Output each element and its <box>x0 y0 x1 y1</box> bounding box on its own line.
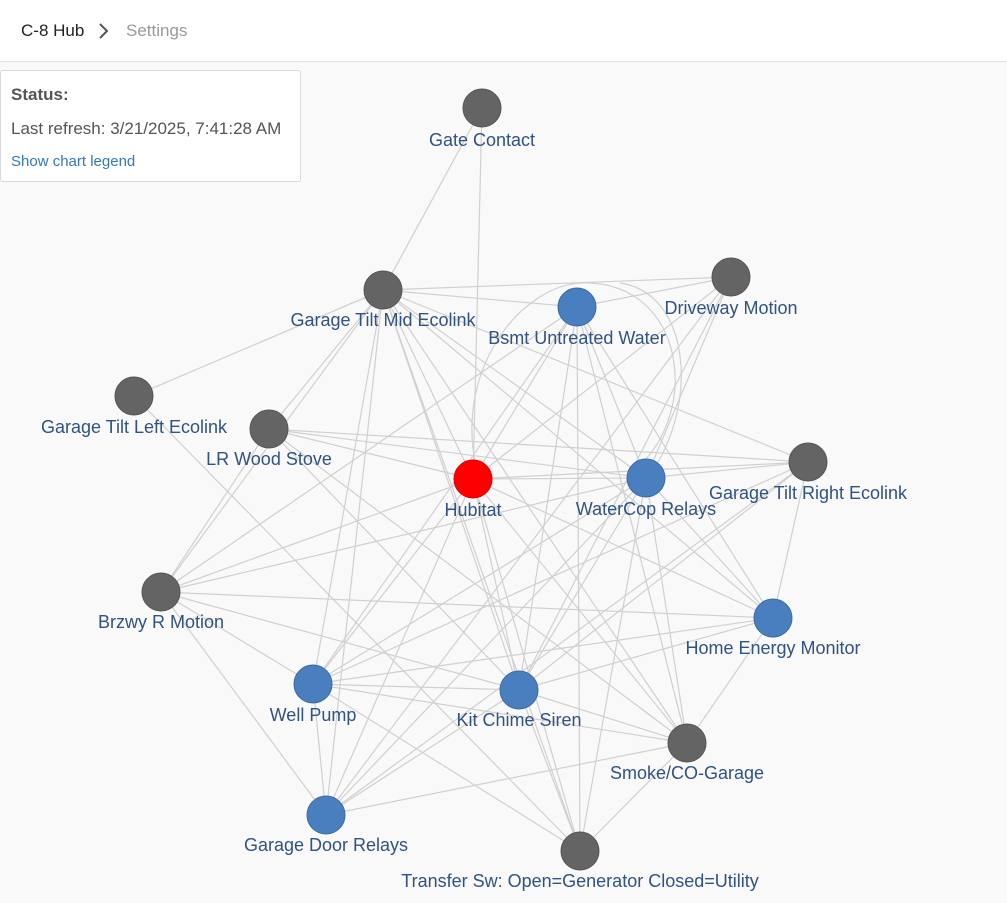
node-label-gtright: Garage Tilt Right Ecolink <box>709 483 908 503</box>
node-circle-gtleft[interactable] <box>114 376 154 416</box>
node-circle-gate[interactable] <box>462 88 502 128</box>
edge-brzwy-hem <box>160 591 774 619</box>
node-gdr[interactable]: Garage Door Relays <box>244 795 408 855</box>
status-title: Status: <box>11 85 69 104</box>
edge-well-gdr <box>312 683 327 816</box>
edge-gtmid-gdr <box>325 289 384 816</box>
node-label-watercop: WaterCop Relays <box>576 499 716 519</box>
chevron-right-icon <box>99 23 109 39</box>
breadcrumb-current: Settings <box>126 21 188 40</box>
edge-bsmt-smoke <box>576 306 688 744</box>
node-hem[interactable]: Home Energy Monitor <box>685 598 861 658</box>
edge-hem-smoke <box>686 617 774 744</box>
node-label-gate: Gate Contact <box>429 130 535 150</box>
node-circle-brzwy[interactable] <box>141 572 181 612</box>
node-circle-gtright[interactable] <box>788 442 828 482</box>
node-circle-smoke[interactable] <box>667 723 707 763</box>
show-legend-link[interactable]: Show chart legend <box>11 153 135 170</box>
node-label-bsmt: Bsmt Untreated Water <box>488 328 665 348</box>
edge-bsmt-hem <box>576 306 774 619</box>
node-gtmid[interactable]: Garage Tilt Mid Ecolink <box>290 270 477 330</box>
node-label-lrwood: LR Wood Stove <box>206 449 332 469</box>
edge-hubitat-xfer <box>472 478 581 852</box>
node-label-hem: Home Energy Monitor <box>685 638 860 658</box>
edge-gtmid-chime <box>382 289 520 691</box>
node-circle-hem[interactable] <box>753 598 793 638</box>
edge-gtmid-gtleft <box>133 289 384 397</box>
node-label-hubitat: Hubitat <box>444 500 501 520</box>
node-label-chime: Kit Chime Siren <box>456 710 581 730</box>
node-label-well: Well Pump <box>270 705 357 725</box>
node-circle-watercop[interactable] <box>626 458 666 498</box>
edge-watercop-gtright <box>645 461 809 479</box>
node-circle-bsmt[interactable] <box>557 287 597 327</box>
node-label-xfer: Transfer Sw: Open=Generator Closed=Utili… <box>401 871 759 891</box>
node-gtleft[interactable]: Garage Tilt Left Ecolink <box>41 376 228 437</box>
node-circle-xfer[interactable] <box>560 831 600 871</box>
top-bar: C-8 Hub Settings <box>0 0 1007 62</box>
edge-gate-hubitat <box>472 107 483 480</box>
last-refresh-text: Last refresh: 3/21/2025, 7:41:28 AM <box>11 119 282 138</box>
node-chime[interactable]: Kit Chime Siren <box>456 670 582 730</box>
edge-lrwood-gtright <box>268 428 809 463</box>
graph-nodes: Gate Contact Garage Tilt Mid Ecolink Bsmt … <box>41 88 908 891</box>
node-well[interactable]: Well Pump <box>270 664 357 725</box>
node-circle-drive[interactable] <box>711 257 751 297</box>
node-xfer[interactable]: Transfer Sw: Open=Generator Closed=Utili… <box>401 831 759 891</box>
edge-hubitat-gdr <box>325 478 474 816</box>
breadcrumb-hub-link[interactable]: C-8 Hub <box>21 21 84 41</box>
edge-hubitat-brzwy <box>160 478 474 593</box>
status-panel: Status: Last refresh: 3/21/2025, 7:41:28… <box>0 70 301 182</box>
mesh-graph[interactable]: Gate Contact Garage Tilt Mid Ecolink Bsmt … <box>0 63 1007 903</box>
node-circle-lrwood[interactable] <box>249 409 289 449</box>
node-label-gdr: Garage Door Relays <box>244 835 408 855</box>
node-circle-well[interactable] <box>293 664 333 704</box>
node-label-drive: Driveway Motion <box>664 298 797 318</box>
node-label-brzwy: Brzwy R Motion <box>98 612 224 632</box>
node-label-gtmid: Garage Tilt Mid Ecolink <box>290 310 476 330</box>
node-label-smoke: Smoke/CO-Garage <box>610 763 764 783</box>
node-circle-chime[interactable] <box>499 670 539 710</box>
edge-gtmid-well <box>312 289 384 685</box>
node-drive[interactable]: Driveway Motion <box>664 257 798 318</box>
edge-bsmt-well <box>312 306 578 685</box>
edge-brzwy-well <box>160 591 314 685</box>
node-gate[interactable]: Gate Contact <box>429 88 535 150</box>
node-circle-gtmid[interactable] <box>363 270 403 310</box>
node-gtright[interactable]: Garage Tilt Right Ecolink <box>709 442 908 503</box>
node-circle-hubitat[interactable] <box>453 459 493 499</box>
node-circle-gdr[interactable] <box>306 795 346 835</box>
edge-watercop-brzwy <box>160 477 647 593</box>
node-label-gtleft: Garage Tilt Left Ecolink <box>41 417 228 437</box>
